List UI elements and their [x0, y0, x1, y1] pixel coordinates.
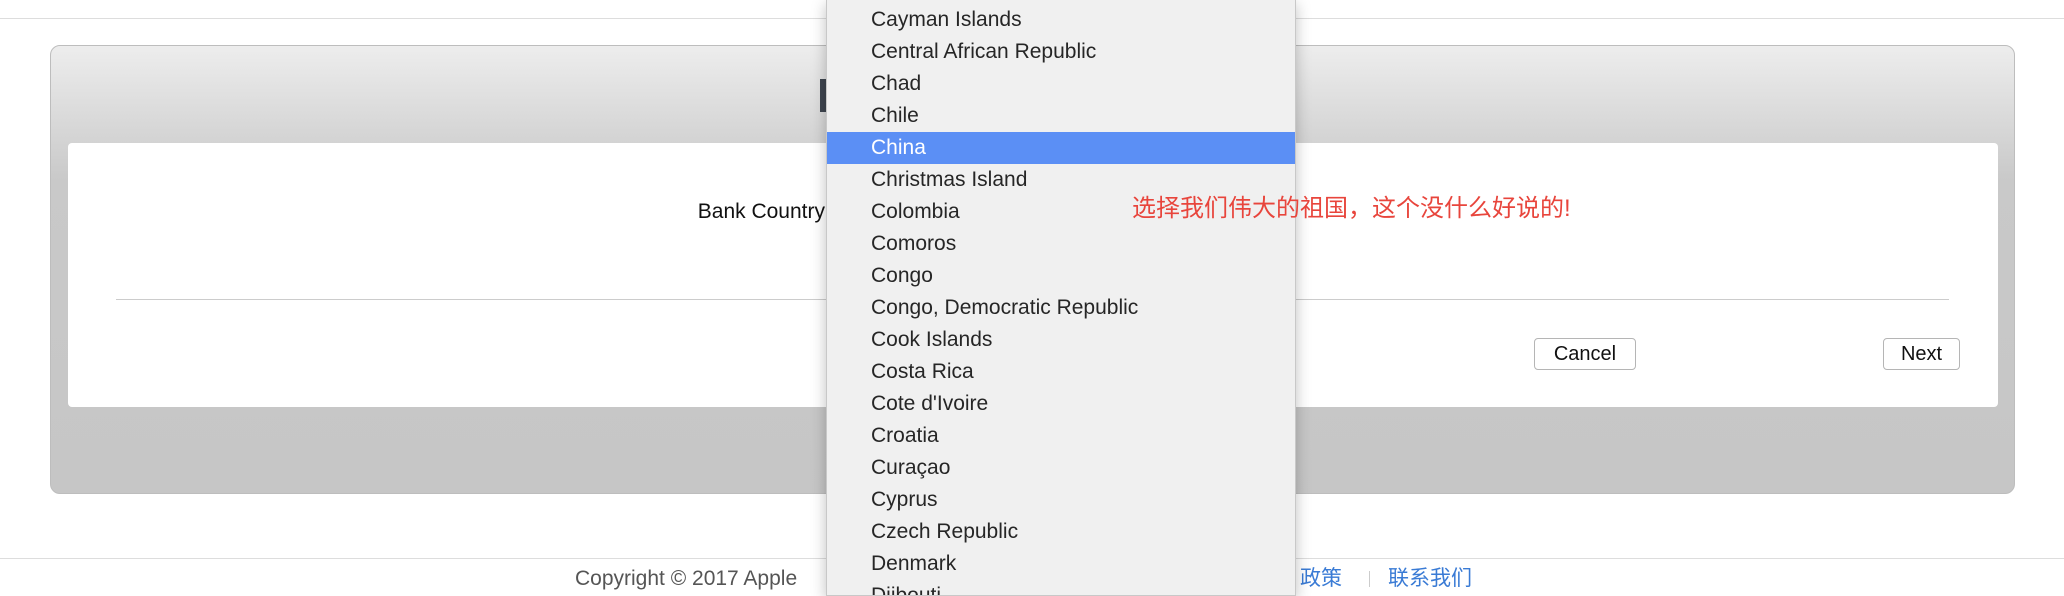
bank-country-label: Bank Country [697, 200, 825, 223]
dropdown-option[interactable]: Cyprus [827, 484, 1295, 516]
dropdown-option[interactable]: Chad [827, 68, 1295, 100]
dropdown-option[interactable]: Cook Islands [827, 324, 1295, 356]
dropdown-option[interactable]: China [827, 132, 1295, 164]
dropdown-option[interactable]: Czech Republic [827, 516, 1295, 548]
dropdown-option[interactable]: Comoros [827, 228, 1295, 260]
dropdown-option[interactable]: Curaçao [827, 452, 1295, 484]
dropdown-option[interactable]: Denmark [827, 548, 1295, 580]
dropdown-option[interactable]: Congo [827, 260, 1295, 292]
next-button[interactable]: Next [1883, 338, 1960, 370]
bank-country-dropdown-list[interactable]: Cayman Islands Central African Republic Ch… [826, 0, 1296, 596]
cancel-button[interactable]: Cancel [1534, 338, 1636, 370]
footer-copyright: Copyright © 2017 Apple [575, 567, 798, 590]
dropdown-option[interactable]: Chile [827, 100, 1295, 132]
dropdown-option[interactable]: Congo, Democratic Republic [827, 292, 1295, 324]
dropdown-option[interactable]: Costa Rica [827, 356, 1295, 388]
annotation-text: 选择我们伟大的祖国，这个没什么好说的! [1132, 195, 1571, 222]
dropdown-option[interactable]: Djibouti [827, 580, 1295, 595]
dropdown-option[interactable]: Croatia [827, 420, 1295, 452]
footer-contact-link[interactable]: 联系我们 [1388, 567, 1472, 590]
footer-policy-link[interactable]: 政策 [1300, 567, 1342, 590]
dropdown-option[interactable]: Cayman Islands [827, 4, 1295, 36]
footer-separator [1369, 571, 1370, 587]
dropdown-option[interactable]: Cote d'Ivoire [827, 388, 1295, 420]
dropdown-option[interactable]: Central African Republic [827, 36, 1295, 68]
